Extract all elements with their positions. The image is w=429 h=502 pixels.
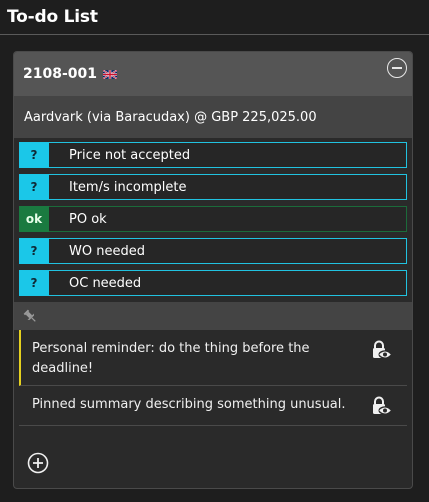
status-item-oc[interactable]: ? OC needed <box>19 270 407 296</box>
note-text: Pinned summary describing something unus… <box>32 397 346 412</box>
status-badge: ? <box>19 174 49 200</box>
status-label: PO ok <box>69 211 107 227</box>
private-lock-eye-icon[interactable] <box>370 339 392 361</box>
status-item-items[interactable]: ? Item/s incomplete <box>19 174 407 200</box>
status-badge: ? <box>19 270 49 296</box>
uk-flag-icon <box>103 70 117 79</box>
card-summary: Aardvark (via Baracudax) @ GBP 225,025.0… <box>14 96 412 138</box>
status-label: WO needed <box>69 243 145 259</box>
notes-list: Personal reminder: do the thing before t… <box>14 330 412 426</box>
status-label: OC needed <box>69 275 142 291</box>
status-label: Price not accepted <box>69 147 191 163</box>
note-item[interactable]: Personal reminder: do the thing before t… <box>19 330 407 386</box>
note-item[interactable]: Pinned summary describing something unus… <box>19 386 407 426</box>
pin-icon[interactable] <box>22 308 38 324</box>
status-badge: ? <box>19 238 49 264</box>
note-text: Personal reminder: do the thing before t… <box>32 341 310 376</box>
add-note-button[interactable] <box>27 452 49 474</box>
status-item-price[interactable]: ? Price not accepted <box>19 142 407 168</box>
status-badge: ? <box>19 142 49 168</box>
status-item-wo[interactable]: ? WO needed <box>19 238 407 264</box>
collapse-card-button[interactable] <box>387 58 407 78</box>
status-badge: ok <box>19 206 49 232</box>
status-label: Item/s incomplete <box>69 179 187 195</box>
title-divider <box>0 34 429 35</box>
status-item-po[interactable]: ok PO ok <box>19 206 407 232</box>
card-header: 2108-001 <box>14 52 412 96</box>
page-title: To-do List <box>7 7 98 27</box>
status-list: ? Price not accepted ? Item/s incomplete… <box>14 138 412 296</box>
pinned-notes-bar <box>14 302 412 330</box>
private-lock-eye-icon[interactable] <box>370 395 392 417</box>
card-id: 2108-001 <box>23 66 97 82</box>
todo-card: 2108-001 Aardvark (via Baracudax) @ GBP … <box>13 51 413 489</box>
